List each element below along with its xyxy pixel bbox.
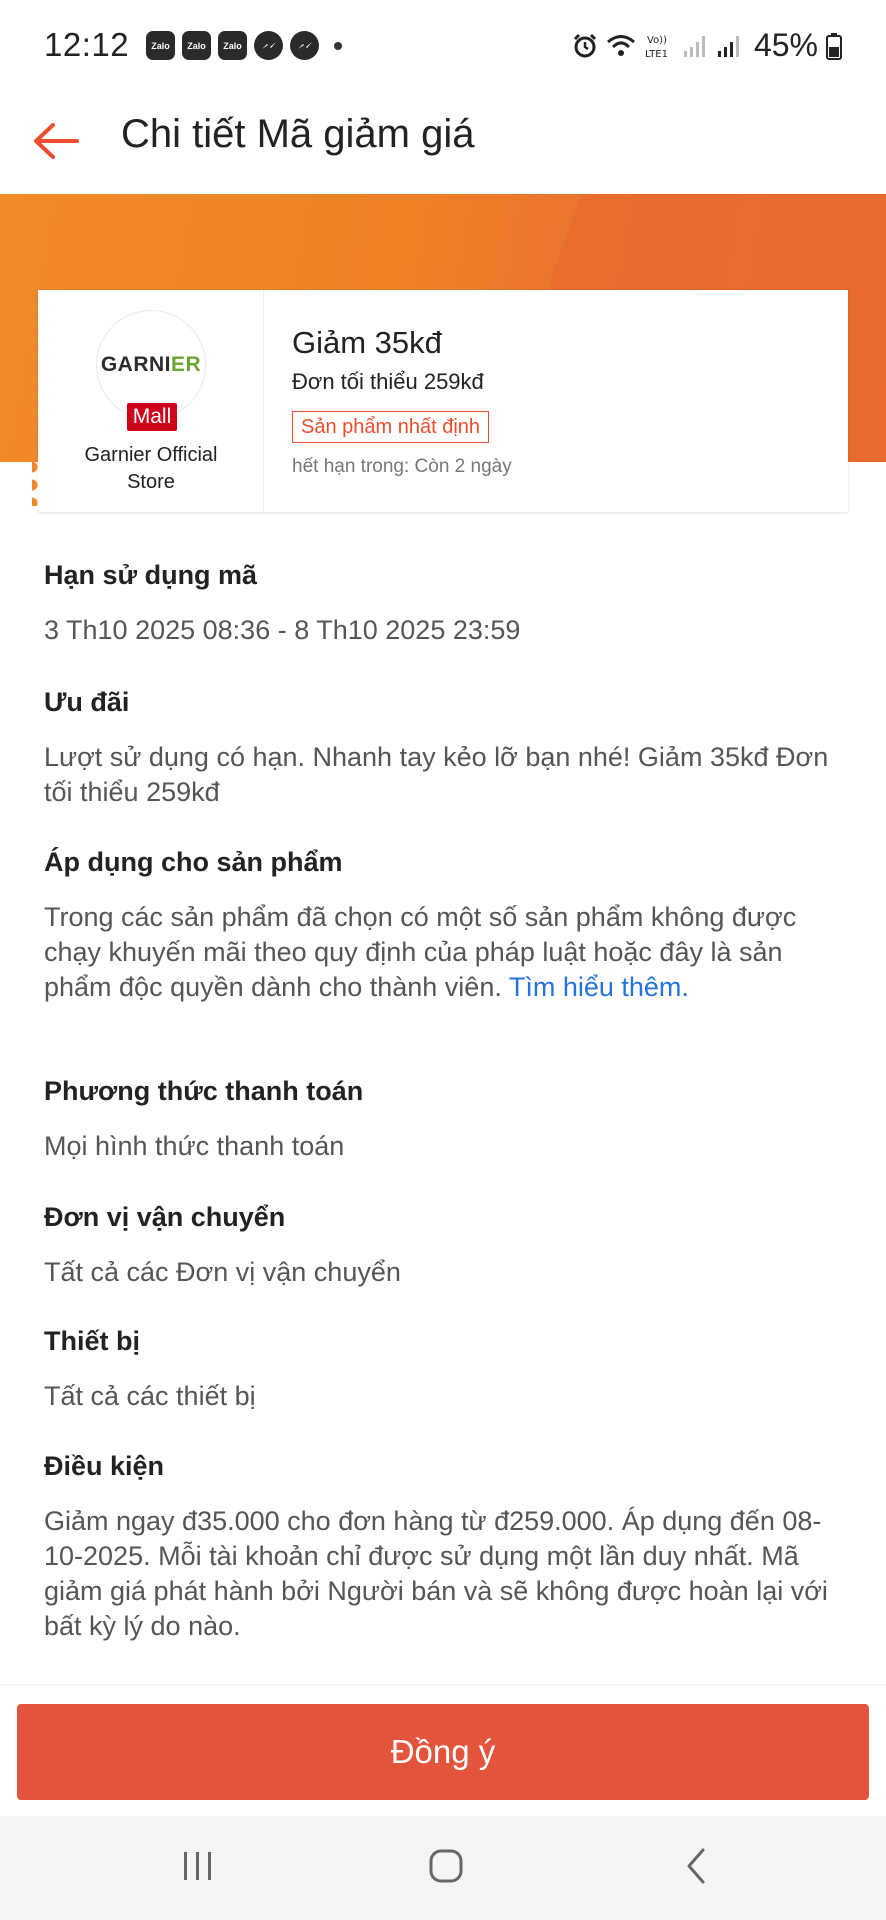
battery-icon (826, 32, 842, 60)
home-button[interactable] (416, 1838, 476, 1898)
store-logo-text-accent: ER (170, 353, 202, 376)
back-button[interactable] (22, 110, 88, 176)
section-body: 3 Th10 2025 08:36 - 8 Th10 2025 23:59 (44, 615, 521, 645)
section-title: Phương thức thanh toán (44, 1076, 364, 1106)
section-title: Thiết bị (44, 1326, 140, 1356)
home-icon (426, 1846, 466, 1891)
recents-icon (178, 1849, 218, 1888)
store-logo-text: GARNI (100, 353, 171, 376)
system-nav-bar (0, 1816, 886, 1920)
section-body: Lượt sử dụng có hạn. Nhanh tay kẻo lỡ bạ… (44, 742, 829, 807)
section-title: Điều kiện (44, 1451, 165, 1481)
section-body: Tất cả các Đơn vị vận chuyển (44, 1257, 401, 1287)
section-device: Thiết bị Tất cả các thiết bị (44, 1326, 844, 1414)
section-validity: Hạn sử dụng mã 3 Th10 2025 08:36 - 8 Th1… (44, 560, 844, 648)
zalo-icon: Zalo (218, 31, 247, 60)
section-title: Ưu đãi (44, 687, 130, 717)
wifi-icon (606, 33, 636, 59)
messenger-icon (290, 31, 319, 60)
section-conditions: Điều kiện Giảm ngay đ35.000 cho đơn hàng… (44, 1451, 844, 1644)
app-header: Chi tiết Mã giảm giá (0, 92, 886, 194)
section-payment: Phương thức thanh toán Mọi hình thức tha… (44, 1076, 844, 1164)
volte-icon: Vo)) LTE1 (644, 31, 674, 61)
signal-icon (682, 33, 708, 59)
signal-icon (716, 33, 742, 59)
status-time: 12:12 (44, 26, 130, 63)
recents-button[interactable] (168, 1838, 228, 1898)
voucher-title: Giảm 35kđ (292, 325, 442, 360)
voucher-expiry: hết hạn trong: Còn 2 ngày (292, 456, 512, 477)
more-notifications-icon (334, 41, 342, 50)
svg-text:Vo)): Vo)) (647, 35, 667, 46)
voucher-card: GARNIER Mall Garnier Official Store Giảm… (32, 290, 848, 512)
notification-icons: Zalo Zalo Zalo (146, 31, 342, 60)
section-body: Mọi hình thức thanh toán (44, 1131, 345, 1161)
zalo-icon: Zalo (146, 31, 175, 60)
voucher-info: Giảm 35kđ Đơn tối thiểu 259kđ Sản phẩm n… (292, 290, 832, 512)
voucher-min-order: Đơn tối thiểu 259kđ (292, 369, 484, 394)
section-body: Giảm ngay đ35.000 cho đơn hàng từ đ259.0… (44, 1506, 828, 1641)
alarm-icon (572, 33, 598, 59)
voucher-store-panel: GARNIER Mall Garnier Official Store (32, 290, 264, 512)
system-back-button[interactable] (666, 1838, 726, 1898)
section-body: Tất cả các thiết bị (44, 1381, 256, 1411)
section-shipping: Đơn vị vận chuyển Tất cả các Đơn vị vận … (44, 1202, 844, 1290)
voucher-tag: Sản phẩm nhất định (292, 411, 490, 443)
zalo-icon: Zalo (182, 31, 211, 60)
arrow-left-icon (31, 121, 79, 166)
mall-badge: Mall (127, 403, 177, 431)
page-title: Chi tiết Mã giảm giá (121, 112, 475, 156)
section-products: Áp dụng cho sản phẩm Trong các sản phẩm … (44, 847, 844, 1005)
section-title: Đơn vị vận chuyển (44, 1202, 286, 1232)
section-title: Áp dụng cho sản phẩm (44, 847, 343, 877)
learn-more-link[interactable]: Tìm hiểu thêm. (509, 972, 689, 1002)
agree-button[interactable]: Đồng ý (17, 1704, 869, 1800)
section-body: Trong các sản phẩm đã chọn có một số sản… (44, 900, 844, 1005)
messenger-icon (254, 31, 283, 60)
svg-text:LTE1: LTE1 (645, 49, 668, 60)
bottom-action-bar: Đồng ý (0, 1684, 886, 1816)
section-title: Hạn sử dụng mã (44, 560, 258, 590)
system-status: Vo)) LTE1 45% (572, 27, 842, 64)
store-name: Garnier Official Store (84, 444, 218, 493)
status-bar: 12:12 Zalo Zalo Zalo Vo)) LTE1 45% (0, 0, 886, 92)
chevron-left-icon (681, 1846, 711, 1891)
battery-percent: 45% (753, 27, 818, 63)
section-offer: Ưu đãi Lượt sử dụng có hạn. Nhanh tay kẻ… (44, 687, 844, 810)
